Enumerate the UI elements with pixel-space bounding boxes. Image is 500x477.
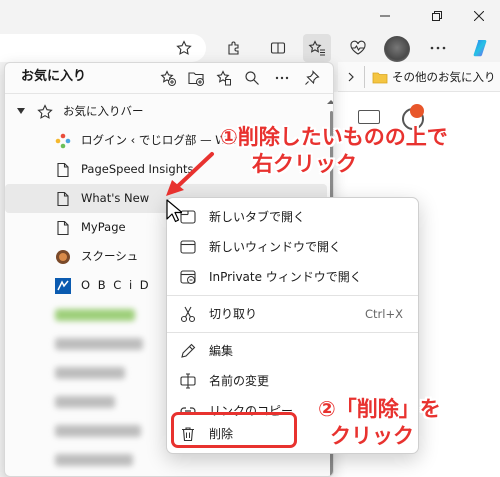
more-dots-icon [430,46,446,50]
annotation-step2-line2: クリック [330,424,414,448]
scroll-up-icon[interactable] [325,97,334,107]
heart-pulse-icon [350,40,366,55]
star-icon [176,40,192,55]
favorite-label: What's New [81,191,150,205]
minimize-button[interactable] [362,0,408,32]
copilot-button[interactable] [466,34,494,62]
restore-button[interactable] [414,0,460,32]
other-favorites-folder[interactable]: その他のお気に入り [372,64,496,90]
more-dots-icon [275,76,289,80]
menu-open-new-window[interactable]: 新しいウィンドウで開く [171,232,415,262]
pin-panel-button[interactable] [299,65,325,91]
mouse-cursor-icon [166,199,182,223]
page-icon [57,162,69,178]
round-favicon [56,250,70,264]
favorites-bar-folder[interactable]: お気に入りバー [5,97,327,126]
pencil-icon [181,343,196,358]
more-options-button[interactable] [424,34,452,62]
menu-rename[interactable]: 名前の変更 [171,366,415,396]
background-page-icon [358,110,380,124]
notification-badge [410,104,424,118]
panel-title: お気に入り [21,69,87,84]
search-icon [245,71,259,85]
close-icon [474,11,484,21]
other-favorites-label: その他のお気に入り [392,70,496,84]
favorite-label: O B C i D [81,278,151,292]
folder-add-icon [188,72,204,86]
star-add-icon [160,70,176,86]
add-this-page-button[interactable] [155,65,181,91]
inprivate-icon [180,270,196,284]
split-screen-button[interactable] [264,34,292,62]
annotation-step1-line2: 右クリック [252,152,357,176]
annotation-highlight-box [171,412,297,448]
add-folder-button[interactable] [183,65,209,91]
new-window-icon [180,240,196,254]
puzzle-icon [228,41,239,55]
menu-separator [167,295,418,296]
star-icon [37,104,53,119]
rename-icon [180,373,196,389]
menu-cut[interactable]: 切り取り Ctrl+X [171,299,415,329]
obcid-favicon [55,278,71,294]
restore-icon [432,11,442,21]
pin-icon [305,70,320,85]
close-window-button[interactable] [456,0,500,32]
favorites-delete-icon [216,70,231,86]
menu-open-inprivate[interactable]: InPrivate ウィンドウで開く [171,262,415,292]
favorites-button[interactable] [303,34,331,62]
menu-shortcut: Ctrl+X [365,307,403,321]
page-icon [57,191,69,207]
menu-label: 名前の変更 [209,374,270,388]
menu-open-new-tab[interactable]: 新しいタブで開く [171,202,415,232]
favorite-label: スクーシュ [81,249,139,263]
menu-label: 新しいタブで開く [209,210,306,224]
menu-edit[interactable]: 編集 [171,336,415,366]
add-favorite-button[interactable] [170,34,198,62]
menu-label: 切り取り [209,307,258,321]
panel-divider [5,93,333,94]
menu-separator [167,332,418,333]
menu-label: 新しいウィンドウで開く [209,240,342,254]
favbar-divider [364,66,365,88]
copilot-icon [473,40,487,57]
chevron-right-icon[interactable] [344,70,358,84]
page-icon [57,220,69,236]
scissors-icon [180,306,196,323]
folder-icon [372,72,388,84]
search-favorites-button[interactable] [239,65,265,91]
browser-essentials-button[interactable] [344,34,372,62]
extensions-button[interactable] [220,34,248,62]
annotation-step2-line1: ②「削除」を [318,397,441,421]
annotation-arrow [166,152,214,196]
minimize-icon [380,15,390,17]
menu-label: 編集 [209,344,234,358]
folder-label: お気に入りバー [63,104,144,118]
favorite-label: MyPage [81,220,126,234]
more-favorites-options-button[interactable] [269,65,295,91]
annotation-step1-line1: ①削除したいものの上で [220,125,448,149]
caret-down-icon [17,108,25,114]
wordpress-favicon [55,133,71,149]
favorites-star-list-icon [308,40,325,56]
profile-avatar[interactable] [384,36,410,62]
split-screen-icon [270,42,286,54]
menu-label: InPrivate ウィンドウで開く [209,270,362,284]
manage-favorites-button[interactable] [211,65,237,91]
